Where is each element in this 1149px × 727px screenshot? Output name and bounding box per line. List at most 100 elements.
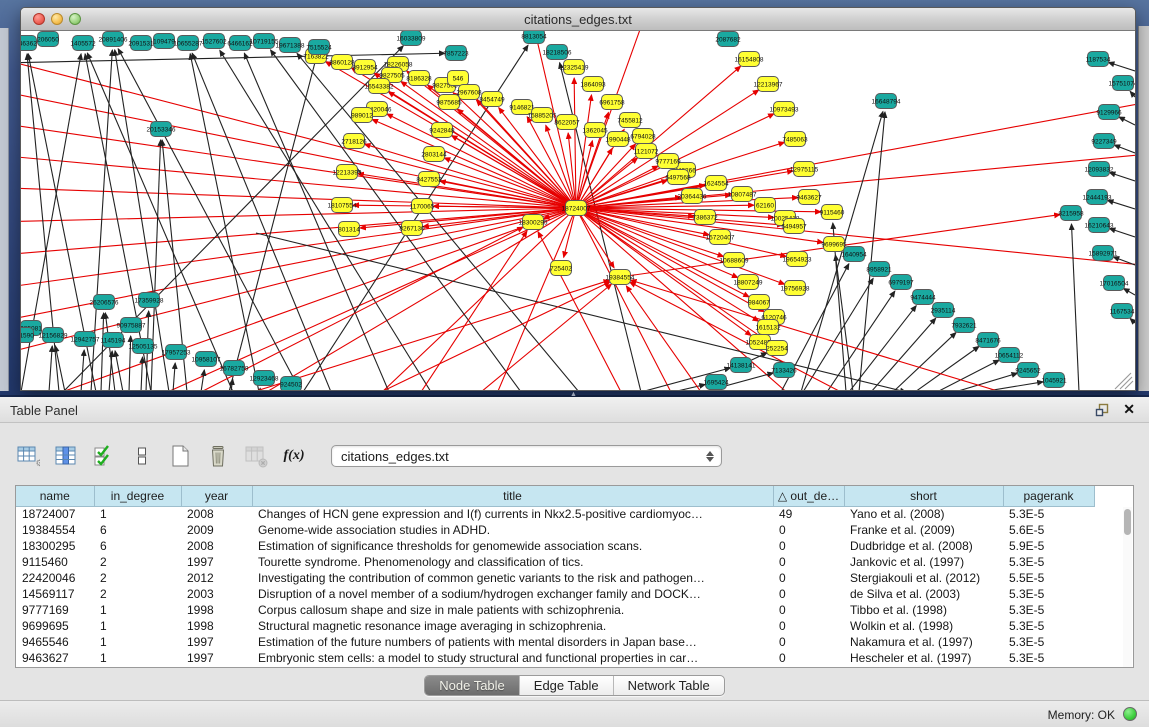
table-row[interactable]: 946554611997Estimation of the future num… xyxy=(16,634,1094,650)
table-cell[interactable]: Yano et al. (2008) xyxy=(844,506,1003,522)
table-cell[interactable]: Stergiakouli et al. (2012) xyxy=(844,570,1003,586)
table-cell[interactable]: 1 xyxy=(94,618,181,634)
table-cell[interactable]: 1998 xyxy=(181,602,252,618)
table-cell[interactable]: 6 xyxy=(94,538,181,554)
table-cell[interactable]: Jankovic et al. (1997) xyxy=(844,554,1003,570)
table-cell[interactable]: 9115460 xyxy=(16,554,94,570)
table-row[interactable]: 1872400712008Changes of HCN gene express… xyxy=(16,506,1094,522)
table-cell[interactable]: 2 xyxy=(94,554,181,570)
table-cell[interactable]: 1 xyxy=(94,506,181,522)
table-cell[interactable]: Estimation of significance thresholds fo… xyxy=(252,538,773,554)
select-all-icon[interactable] xyxy=(91,443,117,469)
memory-status-icon[interactable] xyxy=(1123,707,1137,721)
scrollbar-thumb[interactable] xyxy=(1124,509,1131,535)
table-cell[interactable]: Investigating the contribution of common… xyxy=(252,570,773,586)
tab-network-table[interactable]: Network Table xyxy=(613,676,724,695)
column-header-out_de[interactable]: △ out_de… xyxy=(773,486,844,506)
table-cell[interactable]: 0 xyxy=(773,618,844,634)
table-cell[interactable]: Changes of HCN gene expression and I(f) … xyxy=(252,506,773,522)
table-cell[interactable]: Franke et al. (2009) xyxy=(844,522,1003,538)
table-cell[interactable]: 1 xyxy=(94,634,181,650)
citation-network-graph[interactable]: 7163822886012889129541822605898275051654… xyxy=(21,31,1135,390)
table-cell[interactable]: 1997 xyxy=(181,650,252,666)
table-cell[interactable]: 0 xyxy=(773,522,844,538)
column-header-short[interactable]: short xyxy=(844,486,1003,506)
table-cell[interactable]: Genome-wide association studies in ADHD. xyxy=(252,522,773,538)
table-cell[interactable]: 1997 xyxy=(181,634,252,650)
column-header-in_degree[interactable]: in_degree xyxy=(94,486,181,506)
table-row[interactable]: 1830029562008Estimation of significance … xyxy=(16,538,1094,554)
table-cell[interactable]: 0 xyxy=(773,554,844,570)
column-header-title[interactable]: title xyxy=(252,486,773,506)
delete-column-icon[interactable] xyxy=(205,443,231,469)
table-cell[interactable]: 5.3E-5 xyxy=(1003,650,1094,666)
select-columns-icon[interactable] xyxy=(53,443,79,469)
table-cell[interactable]: 9465546 xyxy=(16,634,94,650)
table-cell[interactable]: 0 xyxy=(773,586,844,602)
table-row[interactable]: 1938455462009Genome-wide association stu… xyxy=(16,522,1094,538)
table-row[interactable]: 911546021997Tourette syndrome. Phenomeno… xyxy=(16,554,1094,570)
table-cell[interactable]: 9463627 xyxy=(16,650,94,666)
float-window-icon[interactable] xyxy=(1095,403,1109,417)
table-cell[interactable]: 2008 xyxy=(181,506,252,522)
table-cell[interactable]: 19384554 xyxy=(16,522,94,538)
table-cell[interactable]: Tourette syndrome. Phenomenology and cla… xyxy=(252,554,773,570)
table-row[interactable]: 2242004622012Investigating the contribut… xyxy=(16,570,1094,586)
table-cell[interactable]: 0 xyxy=(773,650,844,666)
table-cell[interactable]: 2 xyxy=(94,570,181,586)
table-cell[interactable]: Tibbo et al. (1998) xyxy=(844,602,1003,618)
function-builder-icon[interactable]: f(x) xyxy=(281,443,307,469)
table-cell[interactable]: 0 xyxy=(773,538,844,554)
table-cell[interactable]: 14569117 xyxy=(16,586,94,602)
table-row[interactable]: 946362711997Embryonic stem cells: a mode… xyxy=(16,650,1094,666)
table-cell[interactable]: 5.3E-5 xyxy=(1003,602,1094,618)
table-cell[interactable]: 2009 xyxy=(181,522,252,538)
table-cell[interactable]: 2003 xyxy=(181,586,252,602)
table-cell[interactable]: Hescheler et al. (1997) xyxy=(844,650,1003,666)
table-cell[interactable]: 5.6E-5 xyxy=(1003,522,1094,538)
table-cell[interactable]: Corpus callosum shape and size in male p… xyxy=(252,602,773,618)
table-cell[interactable]: 0 xyxy=(773,634,844,650)
table-cell[interactable]: 5.3E-5 xyxy=(1003,586,1094,602)
tab-edge-table[interactable]: Edge Table xyxy=(519,676,613,695)
table-cell[interactable]: 5.3E-5 xyxy=(1003,634,1094,650)
table-cell[interactable]: 18300295 xyxy=(16,538,94,554)
table-cell[interactable]: 5.3E-5 xyxy=(1003,554,1094,570)
tab-node-table[interactable]: Node Table xyxy=(425,676,519,695)
table-cell[interactable]: 2008 xyxy=(181,538,252,554)
table-cell[interactable]: 2 xyxy=(94,586,181,602)
table-cell[interactable]: Structural magnetic resonance image aver… xyxy=(252,618,773,634)
table-cell[interactable]: 49 xyxy=(773,506,844,522)
table-cell[interactable]: 9777169 xyxy=(16,602,94,618)
table-cell[interactable]: 18724007 xyxy=(16,506,94,522)
table-row[interactable]: 1456911722003Disruption of a novel membe… xyxy=(16,586,1094,602)
column-header-pagerank[interactable]: pagerank xyxy=(1003,486,1094,506)
table-cell[interactable]: 0 xyxy=(773,570,844,586)
table-cell[interactable]: 2012 xyxy=(181,570,252,586)
table-cell[interactable]: Disruption of a novel member of a sodium… xyxy=(252,586,773,602)
new-column-icon[interactable] xyxy=(167,443,193,469)
table-cell[interactable]: Dudbridge et al. (2008) xyxy=(844,538,1003,554)
row-height-icon[interactable] xyxy=(129,443,155,469)
table-scrollbar[interactable] xyxy=(1123,507,1132,667)
table-cell[interactable]: 5.9E-5 xyxy=(1003,538,1094,554)
table-cell[interactable]: 5.3E-5 xyxy=(1003,618,1094,634)
table-cell[interactable]: Nakamura et al. (1997) xyxy=(844,634,1003,650)
table-cell[interactable]: 1997 xyxy=(181,554,252,570)
table-cell[interactable]: 0 xyxy=(773,602,844,618)
table-cell[interactable]: 9699695 xyxy=(16,618,94,634)
table-cell[interactable]: 1 xyxy=(94,602,181,618)
table-cell[interactable]: 5.5E-5 xyxy=(1003,570,1094,586)
table-row[interactable]: 969969511998Structural magnetic resonanc… xyxy=(16,618,1094,634)
table-cell[interactable]: 6 xyxy=(94,522,181,538)
network-window-titlebar[interactable]: citations_edges.txt xyxy=(21,8,1135,31)
table-select-dropdown[interactable]: citations_edges.txt xyxy=(331,445,722,467)
table-cell[interactable]: 5.3E-5 xyxy=(1003,506,1094,522)
column-header-year[interactable]: year xyxy=(181,486,252,506)
network-canvas[interactable]: 7163822886012889129541822605898275051654… xyxy=(21,31,1135,390)
close-icon[interactable]: ✕ xyxy=(1123,401,1135,418)
table-row[interactable]: 977716911998Corpus callosum shape and si… xyxy=(16,602,1094,618)
table-cell[interactable]: Estimation of the future numbers of pati… xyxy=(252,634,773,650)
table-cell[interactable]: de Silva et al. (2003) xyxy=(844,586,1003,602)
table-cell[interactable]: Embryonic stem cells: a model to study s… xyxy=(252,650,773,666)
